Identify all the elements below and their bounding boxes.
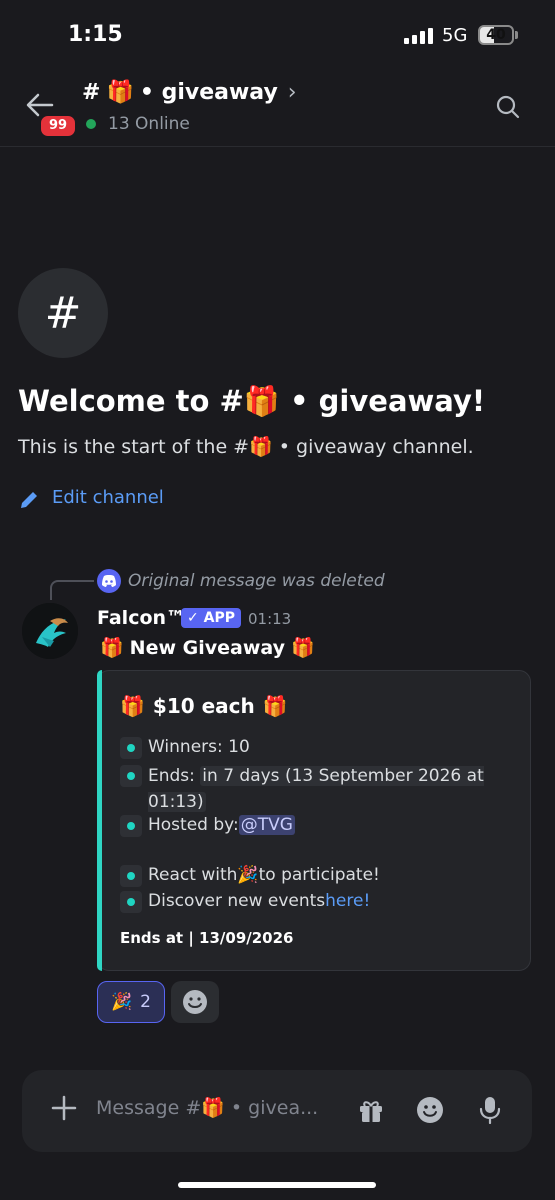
online-count: 13 Online [108, 114, 190, 134]
channel-hash-icon: # [18, 268, 108, 358]
reply-connector [50, 580, 94, 600]
channel-name: • giveaway [139, 80, 278, 105]
embed-react: React with 🎉 to participate! [120, 865, 380, 887]
react-prefix: React with [148, 865, 238, 885]
message-content: 🎁 New Giveaway 🎁 [100, 636, 315, 660]
search-icon[interactable] [496, 95, 520, 119]
bullet-icon [120, 865, 142, 887]
deleted-reply-note[interactable]: Original message was deleted [128, 571, 385, 591]
embed-footer: Ends at | 13/09/2026 [120, 929, 294, 947]
hosted-mention[interactable]: @TVG [238, 815, 295, 835]
message-author[interactable]: Falcon™ [97, 607, 185, 629]
bullet-icon [120, 737, 142, 759]
signal-icon [404, 28, 434, 44]
gift-emoji-icon: 🎁 [100, 637, 124, 659]
network-label: 5G [442, 25, 468, 46]
embed-hosted: Hosted by: @TVG [120, 815, 295, 837]
bullet-icon [120, 815, 142, 837]
ends-label: Ends: [148, 766, 201, 786]
bullet-icon [120, 891, 142, 913]
gift-emoji-icon: 🎁 [291, 637, 315, 659]
discord-icon [97, 569, 121, 593]
reaction-count: 2 [140, 992, 151, 1012]
chevron-right-icon: › [287, 80, 297, 105]
discover-link[interactable]: here! [325, 891, 370, 911]
add-reaction-button[interactable] [171, 981, 219, 1023]
embed-accent-bar [97, 670, 102, 971]
battery-icon: 40 [478, 25, 514, 45]
bullet-icon [120, 765, 142, 787]
microphone-icon[interactable] [478, 1096, 502, 1124]
home-indicator [178, 1182, 376, 1188]
gift-icon[interactable] [358, 1098, 384, 1124]
welcome-title: Welcome to #🎁 • giveaway! [18, 384, 486, 418]
embed-winners: Winners: 10 [120, 737, 250, 759]
app-badge: ✓ APP [181, 608, 241, 628]
edit-channel-link[interactable]: Edit channel [52, 487, 164, 508]
react-suffix: to participate! [258, 865, 380, 885]
battery-level: 40 [486, 27, 506, 43]
message-timestamp: 01:13 [248, 610, 292, 628]
embed-title-text: $10 each [152, 694, 255, 718]
gift-emoji-icon: 🎁 [106, 80, 134, 105]
embed-ends: Ends: in 7 days (13 September 2026 at 01… [120, 763, 500, 815]
message-input[interactable]: Message #🎁 • givea... [96, 1096, 318, 1119]
message-text: New Giveaway [129, 636, 286, 659]
unread-badge: 99 [38, 113, 79, 139]
online-status-dot [86, 119, 96, 129]
welcome-subtitle: This is the start of the #🎁 • giveaway c… [18, 436, 474, 458]
avatar[interactable] [22, 603, 78, 659]
emoji-icon [183, 990, 207, 1014]
emoji-icon[interactable] [416, 1096, 444, 1124]
hosted-label: Hosted by: [148, 815, 239, 835]
embed-title: 🎁 $10 each 🎁 [120, 694, 288, 718]
hash-symbol: # [82, 80, 101, 105]
battery-tip [515, 31, 518, 39]
status-time: 1:15 [68, 22, 123, 47]
reaction-button[interactable]: 🎉 2 [97, 981, 165, 1023]
winners-text: Winners: 10 [148, 737, 250, 757]
channel-header[interactable]: # 🎁 • giveaway › [82, 80, 297, 105]
discover-prefix: Discover new events [148, 891, 326, 911]
plus-icon[interactable] [50, 1094, 78, 1122]
gift-emoji-icon: 🎁 [120, 694, 145, 718]
embed-discover: Discover new events here! [120, 891, 370, 913]
party-popper-icon: 🎉 [237, 865, 259, 885]
header-divider [0, 146, 555, 147]
gift-emoji-icon: 🎁 [262, 694, 288, 718]
party-popper-icon: 🎉 [111, 992, 133, 1012]
pencil-icon[interactable] [18, 489, 40, 511]
